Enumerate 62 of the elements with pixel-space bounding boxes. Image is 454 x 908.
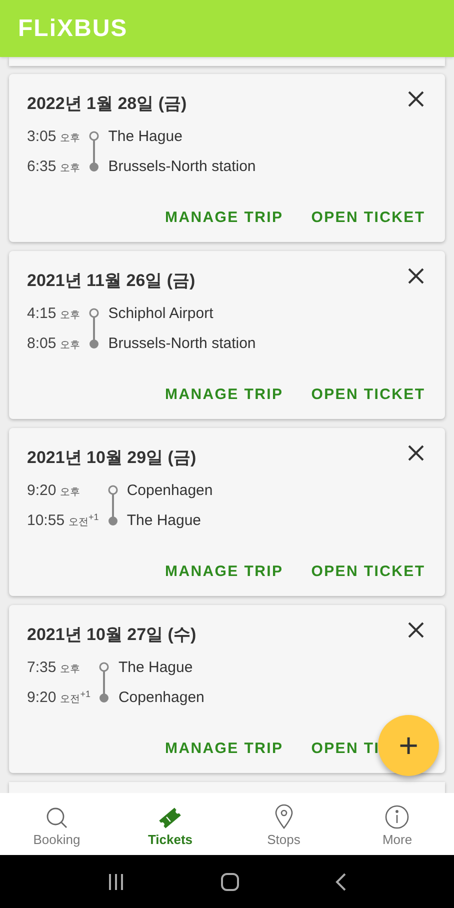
stop-name: Brussels-North station [108,334,256,354]
close-icon [407,90,425,108]
manage-trip-button[interactable]: MANAGE TRIP [165,560,284,584]
stop-name: The Hague [118,658,194,678]
manage-trip-button[interactable]: MANAGE TRIP [165,737,284,761]
departure-time: 4:15 [27,304,56,324]
time-period: 오후 [60,162,80,176]
close-button[interactable] [407,267,425,285]
route-line-icon [88,308,100,350]
time-period: 오전 [68,516,89,530]
departure-time: 9:20 [27,481,56,501]
stop-name: Copenhagen [118,688,204,708]
departure-time: 3:05 [27,127,56,147]
recent-apps-icon[interactable] [107,872,126,890]
time-period: 오후 [60,663,80,677]
stop-name: The Hague [108,127,184,147]
open-ticket-button[interactable]: OPEN TICKET [311,206,426,230]
open-ticket-button[interactable]: OPEN TICKET [311,560,426,584]
departure-time: 8:05 [27,334,56,354]
nav-tab[interactable]: Stops [227,793,340,855]
day-offset: +1 [80,688,90,701]
departure-time: 9:20 [27,688,56,708]
time-period: 오후 [60,486,80,500]
pin-icon [274,804,294,830]
stop-name: Brussels-North station [108,157,256,177]
stop-name: The Hague [126,511,202,531]
close-icon [407,621,425,639]
time-period: 오후 [60,132,80,146]
nav-tab[interactable]: Tickets [114,793,227,855]
open-ticket-button[interactable]: OPEN TI [311,737,380,761]
route-line-icon [106,485,119,527]
day-offset: +1 [88,511,99,524]
back-icon[interactable] [334,872,347,892]
close-button[interactable] [407,90,425,108]
close-button[interactable] [407,444,425,462]
flixbus-logo: FLiXBUS [18,14,128,44]
close-icon [407,267,425,285]
route-line-icon [88,131,100,173]
trip-date: 2022년 1월 28일 (금) [27,93,187,115]
stop-name: Schiphol Airport [108,304,214,324]
time-period: 오전 [60,693,80,707]
info-icon [384,804,410,830]
trip-date: 2021년 10월 27일 (수) [27,624,196,646]
route-line-icon [98,662,110,704]
departure-time: 7:35 [27,658,56,678]
departure-time: 10:55 [27,511,65,531]
open-ticket-button[interactable]: OPEN TICKET [311,383,426,407]
time-period: 오후 [60,309,80,323]
nav-tab[interactable]: More [340,793,454,855]
search-icon [44,806,69,830]
close-button[interactable] [407,621,425,639]
trip-date: 2021년 11월 26일 (금) [27,270,196,292]
home-icon[interactable] [220,872,240,892]
nav-tab[interactable]: Booking [0,793,114,855]
time-period: 오후 [60,339,80,353]
departure-time: 6:35 [27,157,56,177]
stop-name: Copenhagen [126,481,213,501]
close-icon [407,444,425,462]
manage-trip-button[interactable]: MANAGE TRIP [165,206,284,230]
manage-trip-button[interactable]: MANAGE TRIP [165,383,284,407]
ticket-icon [157,806,184,830]
trip-date: 2021년 10월 29일 (금) [27,447,196,469]
